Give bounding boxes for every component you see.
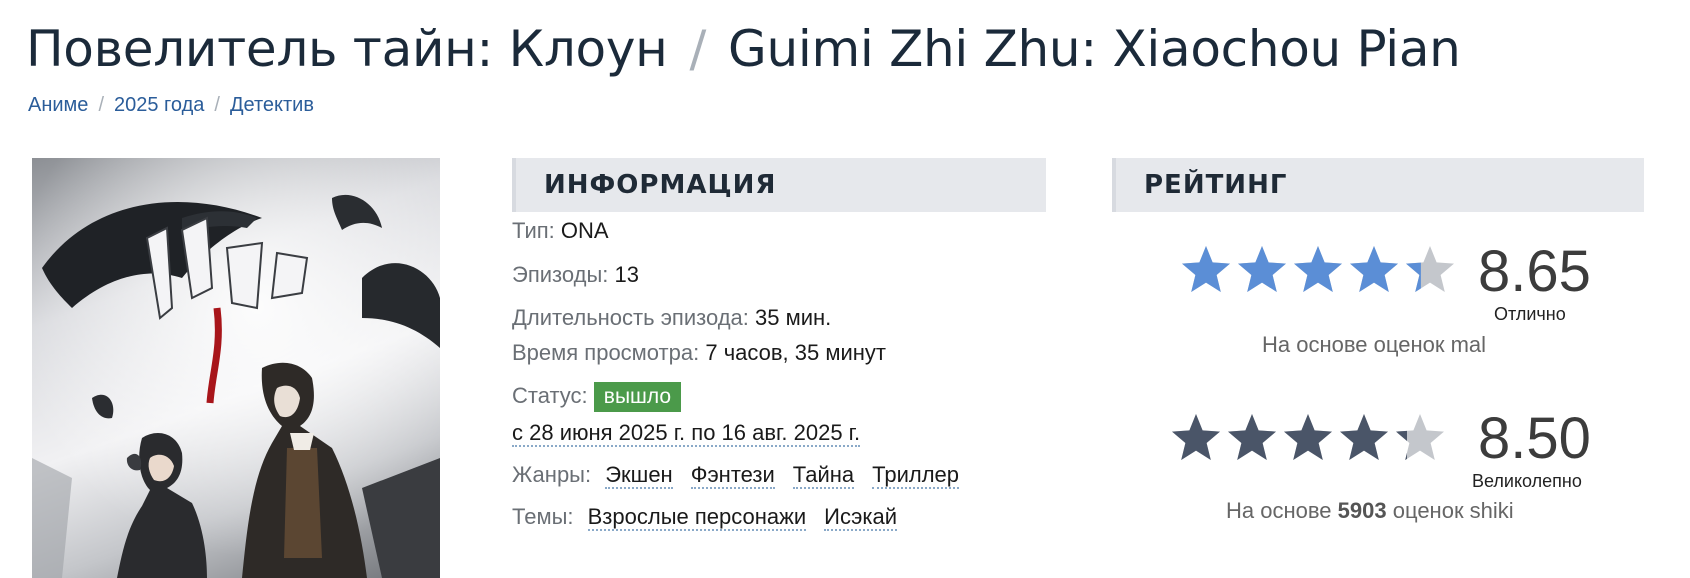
title-russian: Повелитель тайн: Клоун bbox=[26, 20, 668, 78]
breadcrumb-separator: / bbox=[98, 94, 104, 116]
basis-shiki-suffix: оценок shiki bbox=[1392, 498, 1514, 523]
type-label: Тип: bbox=[512, 218, 555, 243]
info-themes-row: Темы: Взрослые персонажи Исэкай bbox=[512, 504, 898, 531]
info-heading: ИНФОРМАЦИЯ bbox=[512, 158, 1046, 212]
genre-link[interactable]: Триллер bbox=[872, 462, 960, 489]
status-badge: вышло bbox=[593, 382, 682, 412]
theme-link[interactable]: Взрослые персонажи bbox=[587, 504, 807, 531]
star-icon bbox=[1238, 246, 1286, 292]
basis-mal-prefix: На основе оценок bbox=[1262, 332, 1445, 357]
themes-label: Темы: bbox=[512, 504, 574, 529]
info-type-row: Тип: ONA bbox=[512, 218, 609, 244]
watch-time-value: 7 часов, 35 минут bbox=[705, 340, 887, 365]
breadcrumb-separator: / bbox=[214, 94, 220, 116]
basis-shiki: На основе 5903 оценок shiki bbox=[1226, 498, 1514, 524]
page-title: Повелитель тайн: Клоун / Guimi Zhi Zhu: Xi… bbox=[26, 20, 1461, 78]
score-shiki: 8.50 bbox=[1478, 406, 1591, 471]
star-icon bbox=[1294, 246, 1342, 292]
title-separator: / bbox=[689, 20, 707, 78]
verdict-shiki: Великолепно bbox=[1472, 471, 1582, 491]
info-episodes-row: Эпизоды: 13 bbox=[512, 262, 639, 288]
basis-mal: На основе оценок mal bbox=[1262, 332, 1486, 358]
genre-link[interactable]: Экшен bbox=[605, 462, 673, 489]
breadcrumb: Аниме / 2025 года / Детектив bbox=[28, 94, 314, 117]
genre-link[interactable]: Фэнтези bbox=[690, 462, 775, 489]
basis-mal-source: mal bbox=[1450, 332, 1487, 357]
basis-shiki-prefix: На основе bbox=[1226, 498, 1332, 523]
star-icon bbox=[1182, 246, 1230, 292]
genre-link[interactable]: Тайна bbox=[792, 462, 855, 489]
star-icon bbox=[1284, 414, 1332, 460]
episodes-label: Эпизоды: bbox=[512, 262, 609, 287]
verdict-mal: Отлично bbox=[1494, 304, 1566, 324]
page-title-block: Повелитель тайн: Клоун / Guimi Zhi Zhu: Xi… bbox=[26, 20, 1461, 78]
episodes-value: 13 bbox=[614, 262, 639, 287]
star-icon bbox=[1340, 414, 1388, 460]
star-icon bbox=[1350, 246, 1398, 292]
watch-time-label: Время просмотра: bbox=[512, 340, 700, 365]
score-mal: 8.65 bbox=[1478, 239, 1591, 304]
genres-label: Жанры: bbox=[512, 462, 592, 487]
breadcrumb-year[interactable]: 2025 года bbox=[114, 94, 204, 116]
info-status-row: Статус: вышло bbox=[512, 382, 682, 412]
title-original: Guimi Zhi Zhu: Xiaochou Pian bbox=[728, 20, 1461, 78]
star-rating-shiki bbox=[1170, 412, 1450, 464]
rating-heading: РЕЙТИНГ bbox=[1112, 158, 1644, 212]
star-icon bbox=[1172, 414, 1220, 460]
breadcrumb-anime[interactable]: Аниме bbox=[28, 94, 88, 116]
air-dates[interactable]: с 28 июня 2025 г. по 16 авг. 2025 г. bbox=[512, 420, 861, 447]
theme-link[interactable]: Исэкай bbox=[824, 504, 898, 531]
type-value: ONA bbox=[560, 218, 609, 243]
info-dates-row: с 28 июня 2025 г. по 16 авг. 2025 г. bbox=[512, 420, 861, 447]
star-icon bbox=[1406, 246, 1454, 292]
duration-value: 35 мин. bbox=[755, 305, 832, 330]
status-label: Статус: bbox=[512, 382, 588, 408]
star-icon bbox=[1228, 414, 1276, 460]
star-icon bbox=[1396, 414, 1444, 460]
info-watch-time-row: Время просмотра: 7 часов, 35 минут bbox=[512, 340, 886, 366]
info-duration-row: Длительность эпизода: 35 мин. bbox=[512, 305, 831, 331]
basis-shiki-count: 5903 bbox=[1337, 498, 1387, 523]
star-rating-mal bbox=[1180, 244, 1460, 296]
info-genres-row: Жанры: Экшен Фэнтези Тайна Триллер bbox=[512, 462, 960, 489]
poster-image[interactable] bbox=[32, 158, 440, 578]
duration-label: Длительность эпизода: bbox=[512, 305, 749, 330]
breadcrumb-genre[interactable]: Детектив bbox=[230, 94, 314, 116]
